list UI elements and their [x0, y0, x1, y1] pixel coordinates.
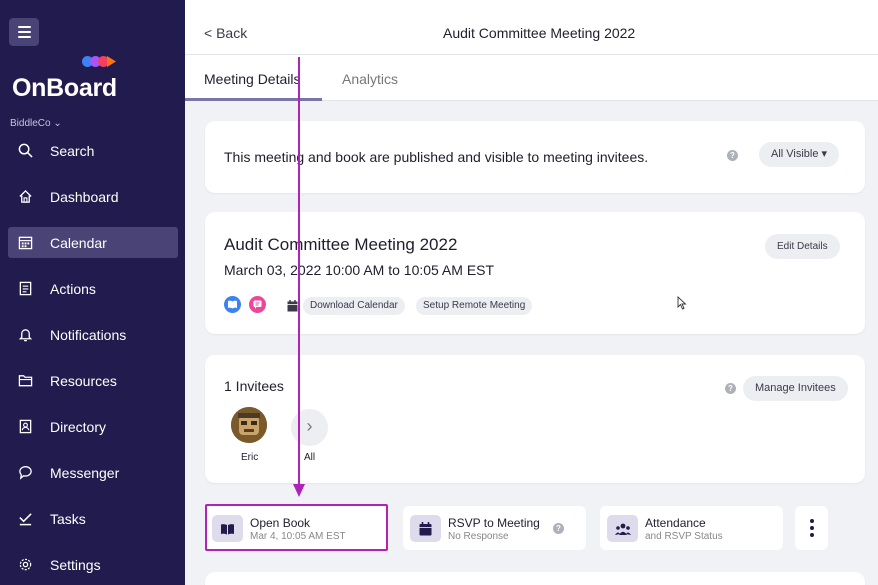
back-button[interactable]: < Back — [204, 25, 247, 41]
meeting-info-card: Audit Committee Meeting 2022 March 03, 2… — [205, 212, 865, 334]
download-calendar-button[interactable]: Download Calendar — [303, 297, 405, 315]
chat-bubble-icon — [17, 465, 33, 481]
sidebar-item-label: Messenger — [50, 464, 120, 481]
view-all-invitees-button[interactable]: › — [291, 409, 328, 446]
visibility-card: This meeting and book are published and … — [205, 121, 865, 193]
sidebar-item-label: Actions — [50, 280, 96, 297]
org-name: BiddleCo — [10, 118, 51, 129]
home-icon — [17, 189, 33, 205]
sidebar-item-label: Search — [50, 142, 95, 159]
help-icon[interactable]: ? — [553, 523, 564, 534]
folder-icon — [17, 373, 33, 389]
all-label: All — [304, 452, 316, 463]
open-book-date: Mar 4, 10:05 AM EST — [250, 531, 346, 542]
mouse-cursor-icon — [677, 295, 687, 315]
attendance-label: Attendance — [645, 516, 706, 530]
attendance-sub: and RSVP Status — [645, 531, 723, 542]
people-icon — [607, 515, 638, 542]
visibility-dropdown[interactable]: All Visible ▾ — [759, 142, 840, 167]
gear-icon — [17, 557, 33, 573]
sidebar-item-label: Resources — [50, 372, 117, 389]
tab-meeting-details[interactable]: Meeting Details — [204, 71, 301, 87]
edit-details-button[interactable]: Edit Details — [765, 234, 840, 259]
logo-dots-icon — [82, 56, 116, 67]
more-options-icon[interactable] — [795, 506, 828, 550]
sidebar-item-label: Tasks — [50, 510, 86, 527]
active-tab-indicator — [185, 98, 322, 101]
calendar-small-icon — [287, 299, 298, 317]
invitees-card: 1 Invitees ? Manage Invitees Eric › All — [205, 355, 865, 483]
sidebar-item-label: Directory — [50, 418, 107, 435]
meeting-date-range: March 03, 2022 10:00 AM to 10:05 AM EST — [224, 262, 495, 278]
sidebar-item-label: Settings — [50, 556, 101, 573]
sidebar-item-label: Dashboard — [50, 188, 119, 205]
sidebar-item-dashboard[interactable]: Dashboard — [8, 181, 178, 212]
manage-invitees-button[interactable]: Manage Invitees — [743, 376, 848, 401]
tab-bar: Meeting Details Analytics — [185, 55, 878, 101]
sidebar-item-messenger[interactable]: Messenger — [8, 457, 178, 488]
sidebar-item-search[interactable]: Search — [8, 135, 178, 166]
invitee-name: Eric — [241, 452, 259, 463]
sidebar-item-settings[interactable]: Settings — [8, 549, 178, 580]
next-card — [205, 572, 865, 585]
contact-book-icon — [17, 419, 33, 435]
chevron-down-icon: ⌄ — [53, 118, 62, 129]
hamburger-menu-button[interactable] — [9, 18, 39, 46]
avatar[interactable] — [231, 407, 267, 443]
sidebar-item-actions[interactable]: Actions — [8, 273, 178, 304]
org-switcher[interactable]: BiddleCo ⌄ — [10, 118, 62, 129]
calendar-icon — [410, 515, 441, 542]
sidebar: OnBoard BiddleCo ⌄ Search Dashboard Cale… — [0, 0, 185, 585]
sidebar-item-label: Calendar — [50, 234, 107, 251]
invitees-count: 1 Invitees — [224, 378, 284, 394]
check-icon — [17, 511, 33, 527]
open-book-label: Open Book — [250, 516, 311, 530]
book-badge-icon[interactable] — [224, 296, 241, 313]
page-title: Audit Committee Meeting 2022 — [443, 25, 636, 41]
rsvp-button[interactable]: RSVP to Meeting No Response ? — [403, 506, 586, 550]
calendar-icon — [17, 235, 33, 251]
sidebar-item-resources[interactable]: Resources — [8, 365, 178, 396]
sidebar-nav: Search Dashboard Calendar Actions Notifi… — [8, 135, 178, 585]
setup-remote-meeting-button[interactable]: Setup Remote Meeting — [416, 297, 533, 315]
search-icon — [17, 143, 33, 159]
bell-icon — [17, 327, 33, 343]
clipboard-icon — [17, 281, 33, 297]
meeting-title: Audit Committee Meeting 2022 — [224, 235, 458, 254]
book-icon — [212, 515, 243, 542]
tab-analytics[interactable]: Analytics — [342, 71, 398, 87]
sidebar-item-calendar[interactable]: Calendar — [8, 227, 178, 258]
sidebar-item-directory[interactable]: Directory — [8, 411, 178, 442]
sidebar-item-tasks[interactable]: Tasks — [8, 503, 178, 534]
top-header: < Back Audit Committee Meeting 2022 — [185, 0, 878, 55]
logo-text: OnBoard — [12, 74, 117, 102]
rsvp-status: No Response — [448, 531, 509, 542]
sidebar-item-notifications[interactable]: Notifications — [8, 319, 178, 350]
rsvp-label: RSVP to Meeting — [448, 516, 540, 530]
sidebar-item-label: Notifications — [50, 326, 127, 343]
help-icon[interactable]: ? — [725, 383, 736, 394]
message-badge-icon[interactable] — [249, 296, 266, 313]
open-book-button[interactable]: Open Book Mar 4, 10:05 AM EST — [205, 506, 388, 550]
attendance-button[interactable]: Attendance and RSVP Status — [600, 506, 783, 550]
help-icon[interactable]: ? — [727, 150, 738, 161]
visibility-message: This meeting and book are published and … — [224, 149, 649, 165]
